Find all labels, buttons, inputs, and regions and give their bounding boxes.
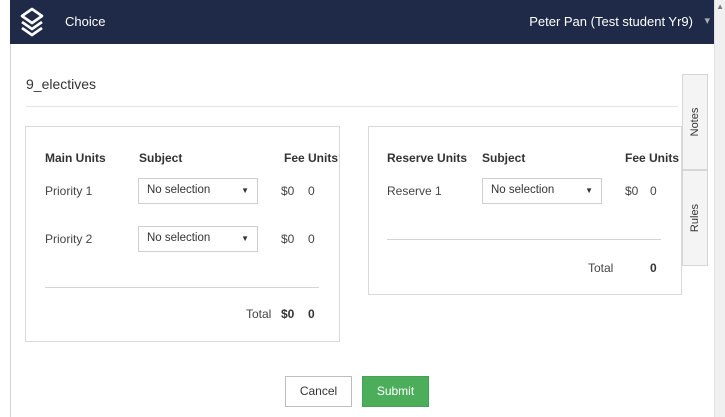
select-value: No selection (147, 184, 211, 196)
tab-notes-label: Notes (689, 107, 701, 137)
reserve-total-units: 0 (650, 261, 657, 275)
subject-header: Subject (139, 151, 183, 165)
user-menu[interactable]: Peter Pan (Test student Yr9) (529, 14, 693, 29)
main-units-panel: Main Units Subject Fee Units Priority 1 … (25, 126, 340, 342)
choice-logo-icon[interactable] (18, 6, 46, 38)
vertical-scrollbar[interactable]: ▲ (714, 0, 725, 417)
main-units-header: Main Units (45, 151, 106, 165)
caret-down-icon: ▼ (241, 234, 249, 243)
app-header: Choice Peter Pan (Test student Yr9) ▾ (10, 0, 715, 44)
caret-down-icon: ▼ (241, 186, 249, 195)
divider (45, 287, 319, 288)
priority-2-fee: $0 (281, 232, 295, 246)
fee-units-header: Fee Units (625, 151, 680, 165)
priority-1-subject-select[interactable]: No selection ▼ (138, 178, 258, 204)
priority-1-units: 0 (308, 184, 315, 198)
divider (26, 106, 678, 107)
main-total-units: 0 (308, 307, 315, 321)
reserve-units-header: Reserve Units (387, 151, 468, 165)
submit-button[interactable]: Submit (362, 376, 429, 407)
reserve-units-panel: Reserve Units Subject Fee Units Reserve … (368, 126, 682, 295)
fee-units-header: Fee Units (284, 151, 339, 165)
main-total-label: Total (246, 307, 272, 321)
caret-down-icon: ▼ (585, 186, 593, 195)
page-title: 9_electives (26, 76, 97, 92)
content-border (10, 44, 11, 417)
tab-notes[interactable]: Notes (682, 74, 708, 170)
priority-1-label: Priority 1 (45, 184, 93, 198)
reserve-1-units: 0 (650, 184, 657, 198)
tab-rules[interactable]: Rules (682, 170, 708, 266)
reserve-1-label: Reserve 1 (387, 184, 442, 198)
main-total-fee: $0 (281, 307, 295, 321)
app-title: Choice (65, 14, 106, 29)
cancel-button[interactable]: Cancel (285, 376, 352, 407)
scroll-up-icon[interactable]: ▲ (716, 2, 724, 11)
select-value: No selection (491, 184, 555, 196)
subject-header: Subject (482, 151, 526, 165)
chevron-down-icon[interactable]: ▾ (704, 14, 710, 27)
select-value: No selection (147, 232, 211, 244)
reserve-1-fee: $0 (625, 184, 639, 198)
divider (387, 239, 661, 240)
reserve-total-label: Total (588, 261, 614, 275)
priority-2-units: 0 (308, 232, 315, 246)
priority-2-label: Priority 2 (45, 232, 93, 246)
reserve-1-subject-select[interactable]: No selection ▼ (482, 178, 602, 204)
priority-2-subject-select[interactable]: No selection ▼ (138, 226, 258, 252)
priority-1-fee: $0 (281, 184, 295, 198)
tab-rules-label: Rules (689, 203, 701, 233)
